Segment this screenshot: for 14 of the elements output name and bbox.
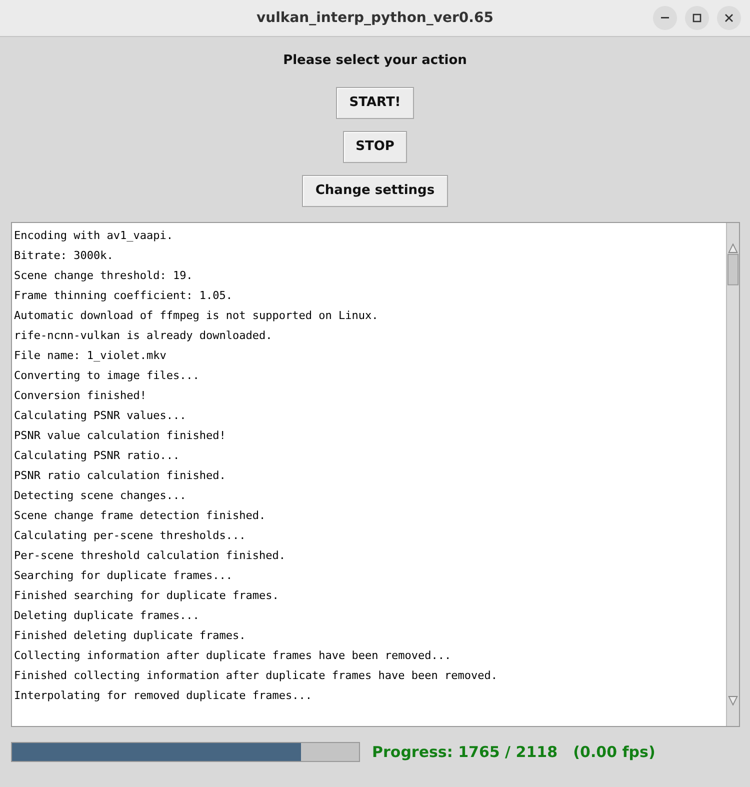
action-button[interactable]: START! bbox=[336, 86, 414, 118]
maximize-button[interactable] bbox=[685, 6, 709, 30]
action-button[interactable]: STOP bbox=[342, 130, 408, 162]
progress-label: Progress: 1765 / 2118 (0.00 fps) bbox=[372, 742, 656, 762]
prompt-label: Please select your action bbox=[283, 52, 467, 70]
close-icon bbox=[724, 13, 734, 23]
close-button[interactable] bbox=[717, 6, 741, 30]
scrollbar[interactable] bbox=[726, 222, 739, 726]
action-button[interactable]: Change settings bbox=[302, 174, 448, 206]
minimize-button[interactable] bbox=[653, 6, 677, 30]
minimize-icon bbox=[661, 17, 669, 19]
log-text: Encoding with av1_vaapi. Bitrate: 3000k. Scene change threshold: 19. Frame thinning coefficient: 1.05. Automatic download of ffmpeg is not supported on Linux. rife-ncnn-vulkan is already downloaded. File name: 1_violet.mkv Converting to image files... Conversion finished! Calculating PSNR values... PSNR value calculation finished! Calculating PSNR ratio... PSNR ratio calculation finished. Detecting scene changes... Scene change frame detection finished. Calculating per-scene thresholds... Per-scene threshold calculation finished. Searching for duplicate frames... Finished searching for duplicate frames. Deleting duplicate frames... Finished deleting duplicate frames. Collecting information after duplicate frames have been removed... Finished collecting information after duplicate frames have been removed. Interpolating for removed duplicate frames... bbox=[13, 228, 498, 704]
maximize-icon bbox=[692, 13, 702, 23]
window-title: vulkan_interp_python_ver0.65 bbox=[256, 8, 494, 28]
